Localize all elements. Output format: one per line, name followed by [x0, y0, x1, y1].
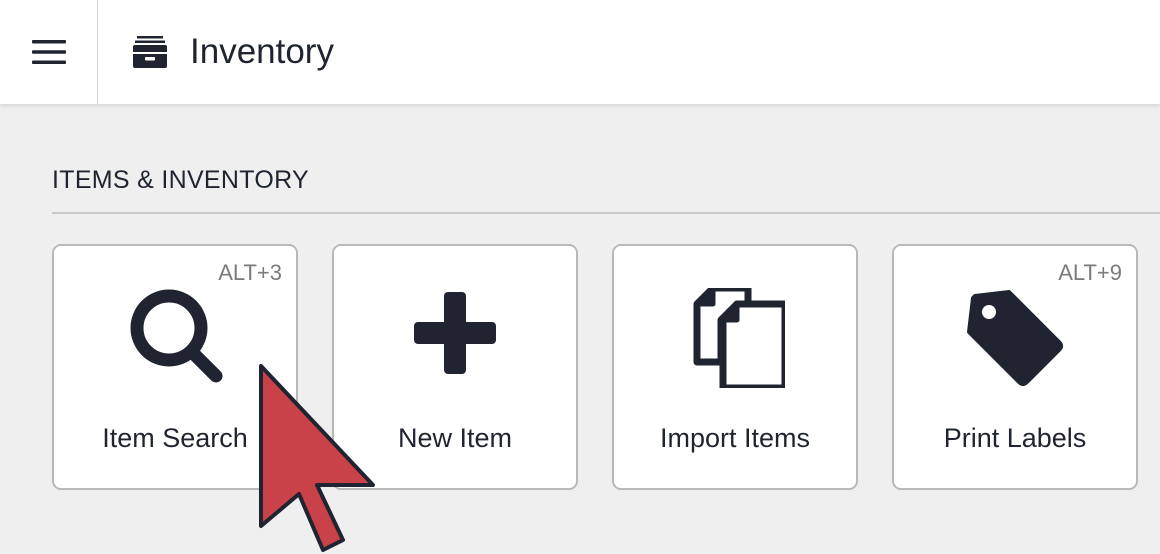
- section-divider: [52, 212, 1160, 214]
- card-label: Print Labels: [943, 423, 1087, 453]
- search-icon: [130, 289, 223, 383]
- menu-button[interactable]: [0, 0, 98, 104]
- import-items-card[interactable]: Import Items: [612, 244, 858, 490]
- page-title: Inventory: [190, 32, 334, 71]
- page-header: Inventory: [132, 0, 334, 104]
- plus-icon: [414, 292, 496, 374]
- shortcut-badge: ALT+3: [218, 260, 282, 285]
- card-label: New Item: [397, 423, 513, 453]
- tag-icon: [967, 290, 1063, 386]
- copy-documents-icon: [693, 288, 785, 388]
- print-labels-card[interactable]: ALT+9 Print Labels: [892, 244, 1138, 490]
- top-bar: Inventory: [0, 0, 1160, 104]
- shortcut-badge: ALT+9: [1058, 260, 1122, 285]
- hamburger-menu-icon: [31, 40, 66, 64]
- item-search-card[interactable]: ALT+3 Item Search: [52, 244, 298, 490]
- archive-box-icon: [133, 36, 167, 68]
- card-label: Import Items: [659, 423, 811, 453]
- inventory-app: Inventory ITEMS & INVENTORY ALT+3 Item S…: [0, 0, 1160, 554]
- new-item-card[interactable]: New Item: [332, 244, 578, 490]
- section-title: ITEMS & INVENTORY: [52, 166, 310, 194]
- card-label: Item Search: [102, 423, 248, 453]
